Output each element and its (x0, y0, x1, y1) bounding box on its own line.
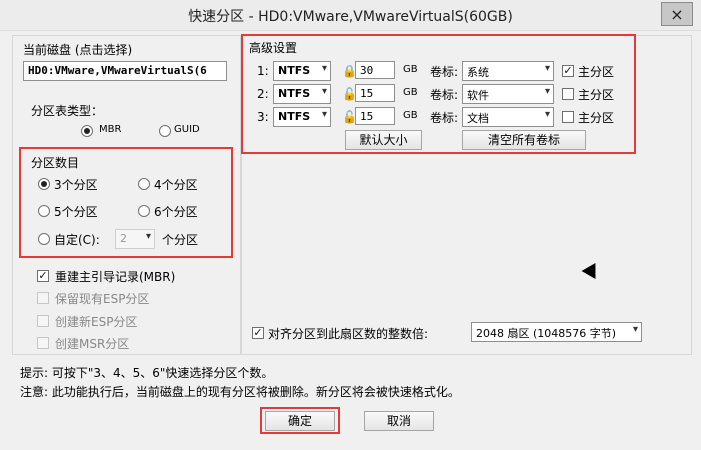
row-2-primary-checkbox[interactable] (562, 88, 574, 100)
row-1-fs-select[interactable]: NTFS ▾ (273, 61, 331, 81)
title-bar: 快速分区 - HD0:VMware,VMwareVirtualS(60GB) × (0, 0, 701, 31)
tip-text: 提示: 可按下"3、4、5、6"快速选择分区个数。 (20, 366, 274, 380)
custom-partitions-radio[interactable] (38, 233, 50, 245)
chevron-down-icon: ▾ (321, 63, 327, 74)
row-3-volume-label: 卷标: (430, 111, 459, 125)
keep-esp-checkbox[interactable] (37, 292, 49, 304)
row-2-primary-label: 主分区 (578, 88, 615, 102)
cancel-button[interactable]: 取消 (364, 411, 434, 431)
chevron-down-icon: ▾ (145, 231, 151, 242)
close-button[interactable]: × (661, 2, 693, 26)
unlock-icon[interactable]: 🔓 (342, 87, 357, 101)
row-3-volume-select[interactable]: 文档 ▾ (462, 107, 554, 127)
row-1-primary-label: 主分区 (578, 65, 615, 79)
guid-radio[interactable] (159, 125, 171, 137)
right-panel: 高级设置 1: NTFS ▾ 🔒 30 GB 卷标: 系统 ▾ 主分区 2: N… (241, 34, 692, 355)
alignment-select[interactable]: 2048 扇区 (1048576 字节) ▾ (471, 322, 642, 342)
row-2-volume-select[interactable]: 软件 ▾ (462, 84, 554, 104)
row-1-volume-select[interactable]: 系统 ▾ (462, 61, 554, 81)
partition-table-label: 分区表类型： (31, 104, 104, 118)
mouse-pointer-icon (581, 262, 603, 284)
chevron-down-icon: ▾ (321, 86, 327, 97)
alignment-checkbox[interactable] (252, 327, 264, 339)
close-icon: × (670, 4, 684, 24)
row-1-primary-checkbox[interactable] (562, 65, 574, 77)
unlock-icon[interactable]: 🔓 (342, 110, 357, 124)
mbr-label: MBR (99, 124, 122, 135)
row-3-primary-checkbox[interactable] (562, 111, 574, 123)
partition-count-label: 分区数目 (31, 156, 80, 170)
current-disk-field[interactable]: HD0:VMware,VMwareVirtualS(6 (23, 61, 227, 81)
row-1-volume-value: 系统 (467, 66, 489, 79)
guid-label: GUID (174, 124, 200, 135)
window-title: 快速分区 - HD0:VMware,VMwareVirtualS(60GB) (188, 9, 513, 25)
create-esp-checkbox[interactable] (37, 315, 49, 327)
row-3-size-unit: GB (403, 110, 418, 121)
row-1-fs-value: NTFS (278, 64, 311, 77)
row-1-size-unit: GB (403, 64, 418, 75)
six-partitions-label: 6个分区 (154, 205, 198, 219)
alignment-value: 2048 扇区 (1048576 字节) (476, 327, 617, 340)
three-partitions-radio[interactable] (38, 178, 50, 190)
create-msr-label: 创建MSR分区 (55, 337, 130, 351)
chevron-down-icon: ▾ (632, 324, 638, 335)
alignment-label: 对齐分区到此扇区数的整数倍: (268, 327, 429, 341)
clear-volume-labels-button[interactable]: 清空所有卷标 (462, 130, 586, 150)
row-3-primary-label: 主分区 (578, 111, 615, 125)
row-2-size-input[interactable]: 15 (355, 84, 395, 102)
custom-partitions-suffix: 个分区 (162, 233, 199, 247)
chevron-down-icon: ▾ (544, 109, 550, 120)
warning-text: 注意: 此功能执行后，当前磁盘上的现有分区将被删除。新分区将会被快速格式化。 (20, 385, 460, 399)
chevron-down-icon: ▾ (544, 63, 550, 74)
chevron-down-icon: ▾ (321, 109, 327, 120)
quick-partition-dialog: 当前磁盘 (点击选择) HD0:VMware,VMwareVirtualS(6 … (6, 31, 695, 444)
row-2-volume-value: 软件 (467, 89, 489, 102)
row-2-size-unit: GB (403, 87, 418, 98)
custom-partition-count-value: 2 (120, 232, 127, 245)
four-partitions-radio[interactable] (138, 178, 150, 190)
row-1-volume-label: 卷标: (430, 65, 459, 79)
left-panel: 当前磁盘 (点击选择) HD0:VMware,VMwareVirtualS(6 … (12, 35, 241, 355)
rebuild-mbr-label: 重建主引导记录(MBR) (55, 270, 176, 284)
row-2-volume-label: 卷标: (430, 88, 459, 102)
keep-esp-label: 保留现有ESP分区 (55, 292, 150, 306)
row-3-volume-value: 文档 (467, 112, 489, 125)
mbr-radio[interactable] (81, 125, 93, 137)
advanced-settings-label: 高级设置 (249, 41, 298, 55)
row-3-fs-value: NTFS (278, 110, 311, 123)
chevron-down-icon: ▾ (544, 86, 550, 97)
row-2-fs-select[interactable]: NTFS ▾ (273, 84, 331, 104)
create-msr-checkbox[interactable] (37, 337, 49, 349)
four-partitions-label: 4个分区 (154, 178, 198, 192)
three-partitions-label: 3个分区 (54, 178, 98, 192)
current-disk-label: 当前磁盘 (点击选择) (23, 43, 133, 57)
default-size-button[interactable]: 默认大小 (345, 130, 422, 150)
create-esp-label: 创建新ESP分区 (55, 315, 138, 329)
row-1-size-input[interactable]: 30 (355, 61, 395, 79)
custom-partition-count-select[interactable]: 2 ▾ (115, 229, 155, 249)
row-3-size-input[interactable]: 15 (355, 107, 395, 125)
row-1-index: 1: (257, 64, 269, 78)
row-3-index: 3: (257, 110, 269, 124)
rebuild-mbr-checkbox[interactable] (37, 270, 49, 282)
row-3-fs-select[interactable]: NTFS ▾ (273, 107, 331, 127)
five-partitions-radio[interactable] (38, 205, 50, 217)
row-2-fs-value: NTFS (278, 87, 311, 100)
six-partitions-radio[interactable] (138, 205, 150, 217)
lock-icon[interactable]: 🔒 (342, 64, 357, 78)
row-2-index: 2: (257, 87, 269, 101)
five-partitions-label: 5个分区 (54, 205, 98, 219)
ok-button[interactable]: 确定 (265, 411, 335, 431)
custom-partitions-label: 自定(C): (54, 233, 100, 247)
